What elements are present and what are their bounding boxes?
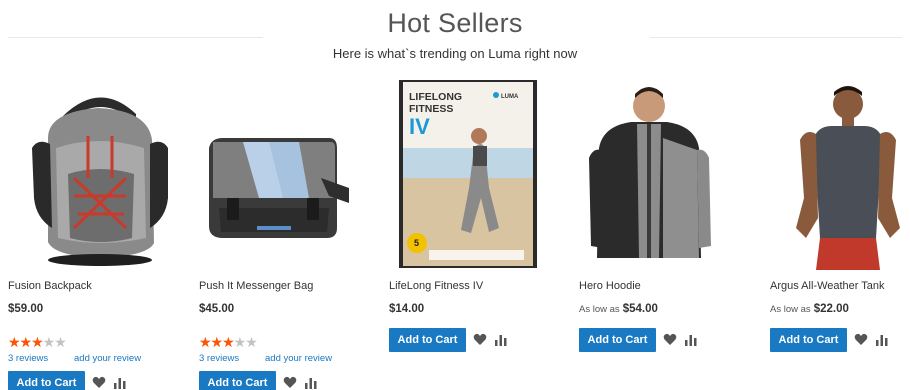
add-review-link[interactable]: add your review	[74, 353, 141, 364]
price-prefix: As low as	[579, 304, 620, 315]
dvd-brand: LUMA	[501, 94, 519, 100]
product-price: As low as $54.00	[579, 303, 658, 315]
heart-icon[interactable]	[473, 333, 487, 346]
dvd-title-line1: LIFELONG	[409, 91, 462, 103]
product-image-link[interactable]	[579, 78, 764, 273]
product-price: As low as $22.00	[770, 303, 849, 315]
price-amount: $14.00	[389, 303, 425, 315]
rating-stars: ★★★★★ ★★★★★	[199, 334, 258, 350]
add-to-cart-button[interactable]: Add to Cart	[199, 371, 276, 390]
dvd-title-line3: IV	[409, 114, 430, 139]
product-name-link[interactable]: Argus All-Weather Tank	[770, 280, 885, 292]
add-to-cart-button[interactable]: Add to Cart	[579, 328, 656, 352]
compare-icon[interactable]	[684, 333, 698, 346]
reviews-row: 3 reviews add your review	[199, 353, 332, 364]
price-amount: $45.00	[199, 303, 235, 315]
section-header: Hot Sellers Here is what`s trending on L…	[0, 0, 910, 70]
compare-icon[interactable]	[304, 376, 318, 389]
compare-icon[interactable]	[875, 333, 889, 346]
rating-stars-display: ★★★★★ ★★★★★	[199, 334, 258, 350]
compare-icon[interactable]	[113, 376, 127, 389]
product-price: $45.00	[199, 303, 234, 315]
reviews-link[interactable]: 3 reviews	[8, 353, 48, 364]
hoodie-image	[589, 87, 711, 258]
price-prefix: As low as	[770, 304, 811, 315]
reviews-row: 3 reviews add your review	[8, 353, 141, 364]
add-to-cart-button[interactable]: Add to Cart	[8, 371, 85, 390]
product-name-link[interactable]: Hero Hoodie	[579, 280, 641, 292]
heart-icon[interactable]	[92, 376, 106, 389]
product-image-link[interactable]: LIFELONG FITNESS IV LUMA 5	[389, 78, 574, 273]
product-image-link[interactable]	[770, 78, 910, 273]
section-title: Hot Sellers	[387, 8, 523, 38]
rating-stars-display: ★★★★★ ★★★★★	[8, 334, 67, 350]
price-amount: $22.00	[813, 303, 849, 315]
compare-icon[interactable]	[494, 333, 508, 346]
add-review-link[interactable]: add your review	[265, 353, 332, 364]
rating-stars: ★★★★★ ★★★★★	[8, 334, 67, 350]
product-price: $14.00	[389, 303, 424, 315]
product-name-link[interactable]: LifeLong Fitness IV	[389, 280, 483, 292]
product-name-link[interactable]: Push It Messenger Bag	[199, 280, 313, 292]
product-image-link[interactable]	[8, 78, 193, 273]
messenger-bag-image	[209, 138, 349, 238]
product-name-link[interactable]: Fusion Backpack	[8, 280, 92, 292]
reviews-link[interactable]: 3 reviews	[199, 353, 239, 364]
add-to-cart-button[interactable]: Add to Cart	[389, 328, 466, 352]
heart-icon[interactable]	[854, 333, 868, 346]
dvd-badge: 5	[414, 238, 419, 248]
heart-icon[interactable]	[663, 333, 677, 346]
price-amount: $54.00	[622, 303, 658, 315]
dvd-cover-image: LIFELONG FITNESS IV LUMA 5	[399, 80, 537, 268]
section-subtitle: Here is what`s trending on Luma right no…	[332, 46, 578, 61]
tank-top-image	[796, 86, 900, 270]
product-image-link[interactable]	[199, 78, 384, 273]
add-to-cart-button[interactable]: Add to Cart	[770, 328, 847, 352]
price-amount: $59.00	[8, 303, 44, 315]
heart-icon[interactable]	[283, 376, 297, 389]
product-price: $59.00	[8, 303, 43, 315]
backpack-image	[32, 97, 168, 266]
